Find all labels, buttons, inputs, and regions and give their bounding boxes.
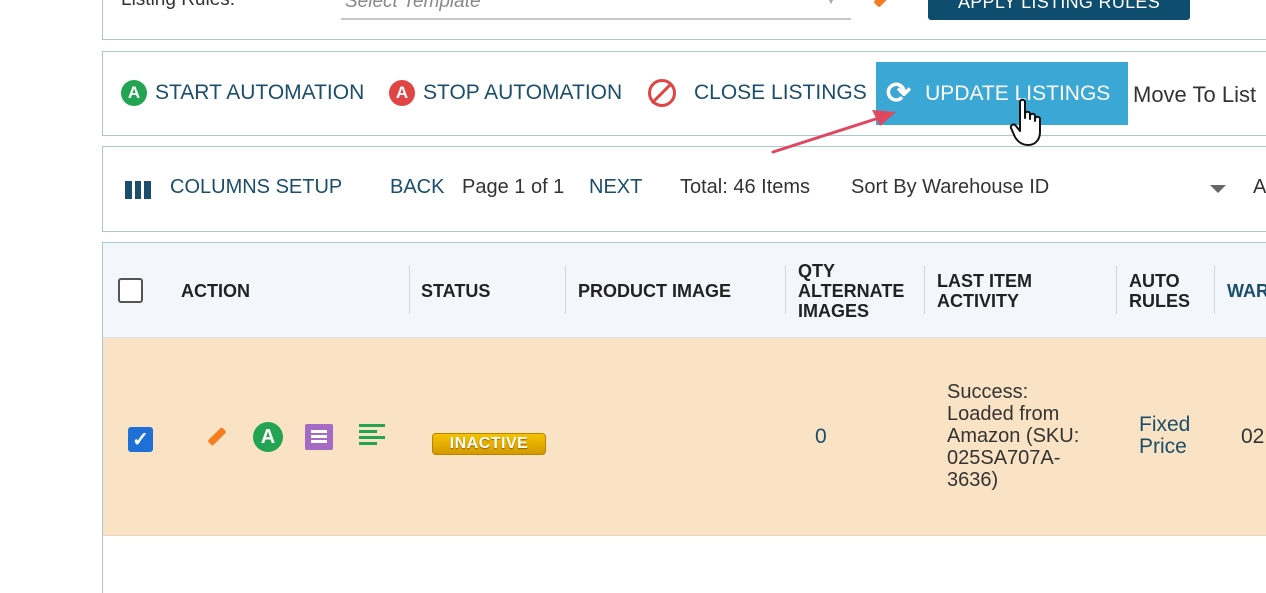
chevron-down-icon: ▼: [825, 0, 837, 7]
column-header-action[interactable]: ACTION: [181, 281, 250, 301]
sort-select[interactable]: Sort By Warehouse ID: [851, 176, 1049, 199]
automation-icon: A: [121, 80, 147, 106]
column-divider[interactable]: [785, 266, 786, 314]
automation-icon[interactable]: A: [253, 422, 283, 452]
columns-icon[interactable]: [125, 181, 152, 199]
column-divider[interactable]: [565, 266, 566, 314]
column-header-auto-rules[interactable]: AUTO RULES: [1129, 271, 1190, 311]
chevron-down-icon[interactable]: [1210, 185, 1226, 193]
truncated-control[interactable]: A: [1253, 176, 1266, 199]
stop-automation-label: STOP AUTOMATION: [423, 81, 623, 104]
apply-listing-rules-button[interactable]: APPLY LISTING RULES: [928, 0, 1190, 20]
move-to-list-select[interactable]: Move To List: [1133, 82, 1256, 108]
table-row[interactable]: ✓ A INACTIVE 0 Success: Loaded from Amaz…: [103, 338, 1266, 536]
next-button[interactable]: NEXT: [589, 176, 642, 199]
template-select[interactable]: Select Template ▼: [341, 0, 851, 20]
stop-automation-button[interactable]: A STOP AUTOMATION: [389, 52, 622, 134]
column-divider[interactable]: [1214, 266, 1215, 314]
automation-toolbar: A START AUTOMATION A STOP AUTOMATION CLO…: [102, 51, 1266, 136]
amazon-icon[interactable]: [305, 424, 333, 450]
back-button[interactable]: BACK: [390, 176, 444, 199]
qty-alternate-images-value: 0: [815, 425, 827, 448]
automation-icon: A: [389, 80, 415, 106]
close-listings-button[interactable]: CLOSE LISTINGS: [648, 52, 867, 134]
column-header-product-image[interactable]: PRODUCT IMAGE: [578, 281, 731, 301]
update-listings-button[interactable]: ⟳ UPDATE LISTINGS: [876, 62, 1128, 125]
header-line: ACTIVITY: [937, 291, 1020, 311]
start-automation-button[interactable]: A START AUTOMATION: [121, 52, 364, 134]
edit-icon[interactable]: [207, 426, 227, 447]
sync-icon: ⟳: [886, 77, 912, 110]
paging-bar: COLUMNS SETUP BACK Page 1 of 1 NEXT Tota…: [102, 146, 1266, 232]
column-header-qty-alternate-images[interactable]: QTY ALTERNATE IMAGES: [798, 261, 904, 321]
pencil-icon[interactable]: [873, 0, 895, 8]
ban-icon: [648, 79, 676, 107]
column-header-warehouse[interactable]: WAR: [1227, 281, 1266, 301]
table-header: ACTION STATUS PRODUCT IMAGE QTY ALTERNAT…: [103, 243, 1266, 338]
listing-rules-label: Listing Rules:: [121, 0, 235, 11]
column-divider[interactable]: [409, 266, 410, 314]
auto-rules-link[interactable]: Fixed Price: [1139, 414, 1219, 458]
row-checkbox[interactable]: ✓: [128, 427, 153, 452]
column-header-status[interactable]: STATUS: [421, 281, 490, 301]
listing-rules-panel: Listing Rules: Select Template ▼ APPLY L…: [102, 0, 1266, 40]
header-line: LAST ITEM: [937, 271, 1032, 291]
column-divider[interactable]: [1116, 266, 1117, 314]
template-placeholder: Select Template: [345, 0, 481, 12]
column-divider[interactable]: [924, 266, 925, 314]
start-automation-label: START AUTOMATION: [155, 81, 365, 104]
details-icon[interactable]: [359, 424, 385, 448]
header-line: IMAGES: [798, 301, 870, 321]
warehouse-value: 02: [1241, 425, 1265, 448]
header-line: AUTO: [1129, 271, 1180, 291]
hand-cursor-icon: [1009, 98, 1041, 146]
header-line: ALTERNATE: [798, 281, 905, 301]
header-line: QTY: [798, 261, 836, 281]
status-badge: INACTIVE: [432, 433, 546, 455]
page-info: Page 1 of 1: [462, 176, 565, 198]
total-items: Total: 46 Items: [680, 176, 811, 198]
last-item-activity-value: Success: Loaded from Amazon (SKU: 025SA7…: [947, 381, 1080, 491]
select-all-checkbox[interactable]: [118, 278, 143, 303]
columns-setup-button[interactable]: COLUMNS SETUP: [170, 176, 342, 199]
close-listings-label: CLOSE LISTINGS: [694, 81, 867, 104]
header-line: RULES: [1129, 291, 1191, 311]
column-header-last-item-activity[interactable]: LAST ITEM ACTIVITY: [937, 271, 1032, 311]
listings-table: ACTION STATUS PRODUCT IMAGE QTY ALTERNAT…: [102, 242, 1266, 593]
